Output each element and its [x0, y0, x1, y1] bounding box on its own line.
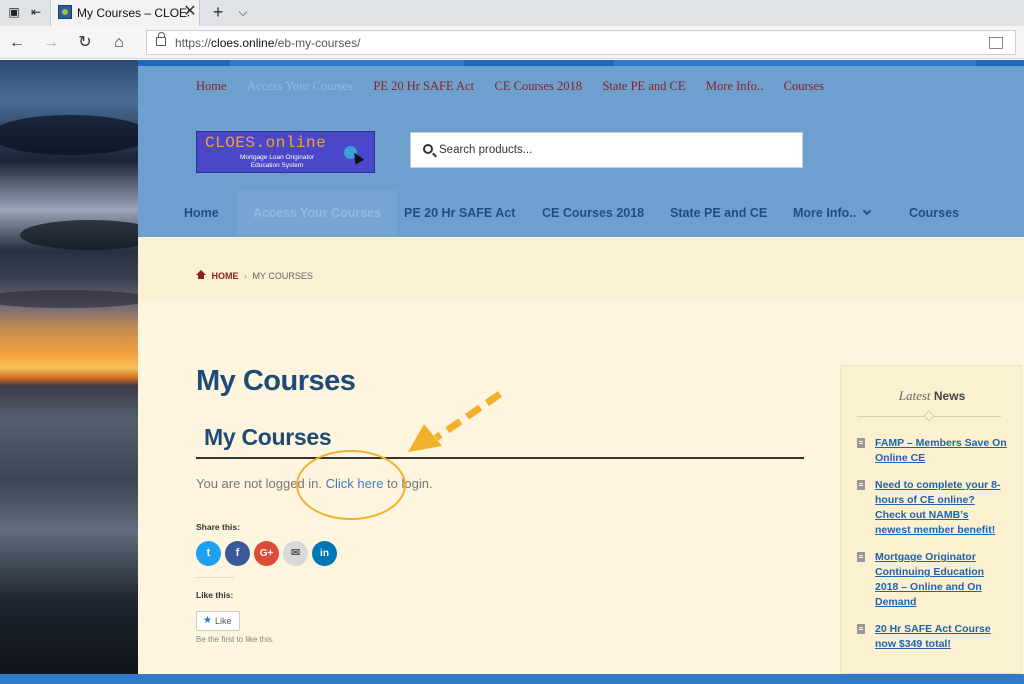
- email-icon: ✉: [290, 547, 301, 559]
- logo-title: CLOES.online: [205, 134, 327, 152]
- top-nav-ce-courses-2018[interactable]: CE Courses 2018: [495, 79, 583, 93]
- site-header: Home Access Your Courses PE 20 Hr SAFE A…: [138, 60, 1024, 237]
- list-item: Mortgage Originator Continuing Education…: [857, 550, 1007, 610]
- product-search: [410, 132, 803, 168]
- breadcrumb-band: HOME › MY COURSES: [138, 237, 1024, 300]
- footer-strip: [0, 674, 1024, 684]
- search-icon: [423, 144, 433, 154]
- search-input[interactable]: [439, 141, 779, 159]
- twitter-icon: t: [206, 547, 211, 559]
- top-nav-state-pe-and-ce[interactable]: State PE and CE: [602, 79, 685, 93]
- top-nav-pe-20-hr-safe-act[interactable]: PE 20 Hr SAFE Act: [373, 79, 474, 93]
- linkedin-icon: in: [320, 548, 329, 559]
- annotation-arrow-icon: [408, 391, 502, 452]
- like-label: Like this:: [196, 590, 234, 600]
- section-title: My Courses: [204, 424, 332, 450]
- latest-news-widget: Latest News FAMP – Members Save On Onlin…: [840, 365, 1022, 674]
- main-nav-pe-20-hr-safe-act[interactable]: PE 20 Hr SAFE Act: [404, 190, 515, 237]
- breadcrumb: HOME › MY COURSES: [196, 270, 313, 281]
- header-top-strip: [138, 60, 1024, 66]
- twitter-share-button[interactable]: t: [196, 541, 221, 566]
- top-nav-more-info[interactable]: More Info..: [706, 79, 763, 93]
- share-divider: [196, 577, 234, 578]
- highlight-ellipse: [296, 450, 406, 520]
- main-nav-home[interactable]: Home: [184, 190, 219, 237]
- chevron-down-icon: [862, 206, 872, 216]
- star-icon: ★: [203, 615, 212, 626]
- logo-tagline-1: Mortgage Loan Originator: [239, 154, 315, 161]
- browser-tab-bar: ▣ ⇤ My Courses – CLOES.on ✕ + ⌵: [0, 0, 1024, 26]
- main-nav-state-pe-and-ce[interactable]: State PE and CE: [670, 190, 767, 237]
- email-share-button[interactable]: ✉: [283, 541, 308, 566]
- breadcrumb-home[interactable]: HOME: [212, 271, 239, 281]
- lock-icon: [156, 32, 166, 46]
- main-nav-access-your-courses[interactable]: Access Your Courses: [237, 190, 398, 237]
- site-logo[interactable]: CLOES.online Mortgage Loan Originator Ed…: [196, 131, 375, 173]
- news-link[interactable]: Mortgage Originator Continuing Education…: [875, 551, 984, 608]
- section-divider: [196, 457, 804, 459]
- news-link[interactable]: 20 Hr SAFE Act Course now $349 total!: [875, 623, 991, 650]
- news-list: FAMP – Members Save On Online CE Need to…: [857, 436, 1007, 664]
- document-icon: [857, 438, 865, 448]
- browser-address-bar: ← → ↻ ⌂ https://cloes.online/eb-my-cours…: [0, 26, 1024, 59]
- tab-close-icon[interactable]: ✕: [180, 2, 200, 22]
- back-arrow-icon[interactable]: ←: [6, 32, 28, 54]
- home-icon: [196, 270, 206, 279]
- document-icon: [857, 552, 865, 562]
- tab-actions-icon[interactable]: ▣: [6, 4, 22, 20]
- facebook-share-button[interactable]: f: [225, 541, 250, 566]
- logo-tagline-2: Education System: [250, 162, 304, 169]
- sunset-background-image: [0, 60, 160, 684]
- list-item: Need to complete your 8-hours of CE onli…: [857, 478, 1007, 538]
- main-nav-courses[interactable]: Courses: [909, 190, 959, 237]
- document-icon: [857, 624, 865, 634]
- top-nav-home[interactable]: Home: [196, 79, 227, 93]
- news-link[interactable]: Need to complete your 8-hours of CE onli…: [875, 479, 1000, 536]
- tab-list-chevron-icon[interactable]: ⌵: [234, 2, 252, 22]
- list-item: FAMP – Members Save On Online CE: [857, 436, 1007, 466]
- top-navigation: Home Access Your Courses PE 20 Hr SAFE A…: [196, 77, 840, 93]
- main-content: HOME › MY COURSES My Courses My Courses …: [138, 237, 1024, 674]
- web-page: Home Access Your Courses PE 20 Hr SAFE A…: [0, 60, 1024, 684]
- url-input[interactable]: https://cloes.online/eb-my-courses/: [146, 30, 1016, 55]
- home-icon[interactable]: ⌂: [108, 32, 130, 54]
- new-tab-icon[interactable]: +: [208, 2, 228, 22]
- site-favicon-icon: [58, 5, 72, 19]
- list-item: 20 Hr SAFE Act Course now $349 total!: [857, 622, 1007, 652]
- linkedin-share-button[interactable]: in: [312, 541, 337, 566]
- like-button[interactable]: ★ Like: [196, 611, 240, 631]
- facebook-icon: f: [235, 547, 240, 559]
- reading-view-icon[interactable]: [989, 37, 1003, 49]
- page-title: My Courses: [196, 365, 356, 397]
- breadcrumb-current: MY COURSES: [252, 271, 313, 281]
- diamond-ornament-icon: [923, 410, 935, 422]
- forward-arrow-icon[interactable]: →: [40, 32, 62, 54]
- google-plus-share-button[interactable]: G+: [254, 541, 279, 566]
- main-nav-more-info[interactable]: More Info..: [793, 190, 872, 237]
- google-plus-icon: G+: [259, 548, 274, 559]
- like-subtext: Be the first to like this.: [196, 635, 275, 644]
- share-label: Share this:: [196, 522, 240, 532]
- main-nav-ce-courses-2018[interactable]: CE Courses 2018: [542, 190, 644, 237]
- top-nav-access-your-courses[interactable]: Access Your Courses: [247, 79, 353, 93]
- url-text: https://cloes.online/eb-my-courses/: [175, 36, 361, 50]
- news-link[interactable]: FAMP – Members Save On Online CE: [875, 437, 1007, 464]
- widget-title: Latest News: [898, 388, 966, 403]
- main-navigation: Home Access Your Courses PE 20 Hr SAFE A…: [168, 190, 1024, 237]
- browser-tab-active[interactable]: My Courses – CLOES.on: [50, 0, 200, 26]
- document-icon: [857, 480, 865, 490]
- set-aside-tabs-icon[interactable]: ⇤: [28, 4, 44, 20]
- breadcrumb-separator: ›: [244, 271, 248, 281]
- tab-title: My Courses – CLOES.on: [77, 6, 189, 20]
- top-nav-courses[interactable]: Courses: [784, 79, 824, 93]
- refresh-icon[interactable]: ↻: [74, 32, 96, 54]
